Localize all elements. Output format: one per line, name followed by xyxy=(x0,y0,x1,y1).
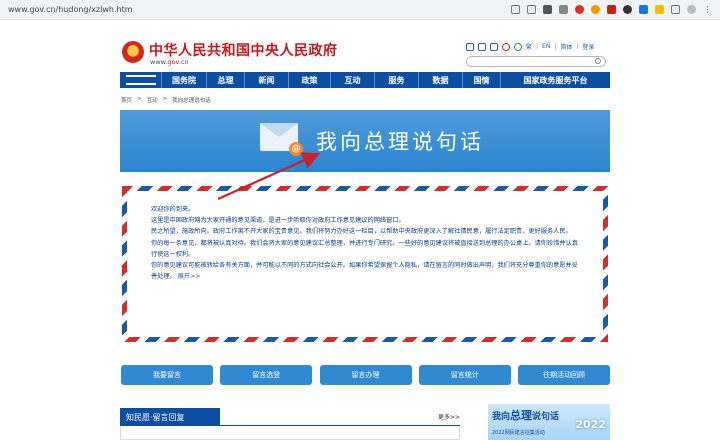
weibo-icon[interactable] xyxy=(502,42,510,51)
breadcrumb-sep: > xyxy=(137,96,142,102)
letter-paragraph: 你的每一条意见，都将被认真对待。我们会将大家的意见建议汇总整理，并进行专门研究。… xyxy=(151,239,578,258)
at-icon: @ xyxy=(289,142,303,156)
envelope-icon: @ xyxy=(260,123,303,156)
page-title: 我向总理说句话 xyxy=(316,130,484,154)
letter-greeting: 欢迎你的到来。 xyxy=(151,206,195,213)
nav-item-premier[interactable]: 总理 xyxy=(207,72,245,88)
main-nav: 国务院 总理 新闻 政策 互动 服务 数据 国情 国家政务服务平台 xyxy=(120,72,610,88)
star-icon[interactable] xyxy=(527,5,536,14)
site-domain: www.gov.cn xyxy=(150,58,189,66)
replies-section-header: 知民愿·留言回复 更多>> xyxy=(120,408,460,426)
nav-item-national-info[interactable]: 国情 xyxy=(463,72,501,88)
divider: | xyxy=(554,43,557,50)
divider: | xyxy=(536,43,539,50)
letter-paragraph: 你的意见建议可能被转给各有关方面，并可能以不同的方式向社会公开。如果你希望保留个… xyxy=(151,262,578,281)
header-tools: 繁 | EN | 简体 | 登录 xyxy=(466,42,594,51)
puzzle-icon[interactable] xyxy=(671,5,680,14)
nav-item-gov-service-platform[interactable]: 国家政务服务平台 xyxy=(501,72,610,88)
nav-item-policy[interactable]: 政策 xyxy=(289,72,331,88)
login-link[interactable]: 登录 xyxy=(582,42,594,51)
site-header: 中华人民共和国中央人民政府 www.gov.cn 繁 | EN | 简体 | 登… xyxy=(0,20,720,70)
extension-icon[interactable] xyxy=(639,5,648,14)
promo-banner[interactable]: 我向总理说句话 2022 2022网民建言征集活动 xyxy=(488,404,610,440)
expand-link[interactable]: 展开>> xyxy=(178,273,201,280)
extension-icon[interactable] xyxy=(623,5,632,14)
app-icon[interactable] xyxy=(490,42,498,51)
past-events-button[interactable]: 往期活动回顾 xyxy=(518,365,610,385)
nav-item-state-council[interactable]: 国务院 xyxy=(162,72,207,88)
action-buttons: 我要留言 留言选登 留言办理 留言统计 往期活动回顾 xyxy=(121,365,610,385)
promo-subtitle: 2022网民建言征集活动 xyxy=(492,430,545,436)
letter-body: 欢迎你的到来。 这里是中国政府网为大家开通的意见渠道，是进一步听取你对政府工作意… xyxy=(127,191,603,337)
letter-paragraph: 民之所望，施政所向。政府工作离不开大家的宝贵意见。我们将努力办好这一栏目，以帮助… xyxy=(151,228,572,236)
profile-icon[interactable] xyxy=(687,5,696,14)
nav-item-news[interactable]: 新闻 xyxy=(245,72,289,88)
site-title[interactable]: 中华人民共和国中央人民政府 xyxy=(149,40,338,60)
mail-icon[interactable] xyxy=(466,42,474,51)
menu-icon[interactable]: ⋮ xyxy=(703,5,712,14)
search-icon[interactable] xyxy=(595,58,601,64)
home-nav-icon[interactable] xyxy=(120,72,162,88)
message-stats-button[interactable]: 留言统计 xyxy=(418,365,511,385)
nav-item-data[interactable]: 数据 xyxy=(419,72,463,88)
breadcrumb-sep: > xyxy=(162,96,168,102)
extension-icon[interactable] xyxy=(591,5,600,14)
breadcrumb: 首页 > 互动 > 我向总理说句话 xyxy=(121,96,211,104)
replies-tab[interactable]: 知民愿·留言回复 xyxy=(120,408,220,426)
more-link[interactable]: 更多>> xyxy=(438,412,460,421)
promo-year: 2022 xyxy=(575,418,606,431)
browser-address-bar: www.gov.cn/hudong/xzlwh.htm ⋮ xyxy=(0,0,720,20)
breadcrumb-current: 我向总理说句话 xyxy=(172,98,211,104)
leave-message-button[interactable]: 我要留言 xyxy=(121,365,213,385)
building-icon xyxy=(126,75,156,85)
share-icon[interactable] xyxy=(511,5,520,14)
promo-title: 我向总理说句话 xyxy=(492,409,560,422)
extension-icon[interactable] xyxy=(655,5,664,14)
wechat-icon[interactable] xyxy=(514,42,522,51)
search-input[interactable] xyxy=(466,56,606,67)
extension-icon[interactable] xyxy=(607,5,616,14)
lang-english-link[interactable]: EN xyxy=(542,43,550,50)
simplified-link[interactable]: 简体 xyxy=(560,42,572,51)
divider: | xyxy=(576,43,579,50)
message-handling-button[interactable]: 留言办理 xyxy=(319,365,412,385)
breadcrumb-home[interactable]: 首页 xyxy=(121,96,132,104)
welcome-letter: 欢迎你的到来。 这里是中国政府网为大家开通的意见渠道，是进一步听取你对政府工作意… xyxy=(122,186,608,342)
mobile-icon[interactable] xyxy=(478,42,486,51)
browser-extensions: ⋮ xyxy=(511,5,712,14)
breadcrumb-interaction[interactable]: 互动 xyxy=(147,96,158,104)
letter-paragraph: 这里是中国政府网为大家开通的意见渠道，是进一步听取你对政府工作意见建议的网络窗口… xyxy=(151,217,405,225)
extension-icon[interactable] xyxy=(543,5,552,14)
extension-icon[interactable] xyxy=(559,5,568,14)
replies-panel xyxy=(120,426,460,440)
nav-item-interaction[interactable]: 互动 xyxy=(331,72,375,88)
page-banner: @ 我向总理说句话 xyxy=(120,110,610,172)
lang-traditional-link[interactable]: 繁 xyxy=(526,42,532,51)
nav-item-service[interactable]: 服务 xyxy=(375,72,419,88)
extension-icon[interactable] xyxy=(575,5,584,14)
url-text[interactable]: www.gov.cn/hudong/xzlwh.htm xyxy=(8,5,511,14)
selected-messages-button[interactable]: 留言选登 xyxy=(220,365,313,385)
national-emblem-icon[interactable] xyxy=(122,41,144,63)
